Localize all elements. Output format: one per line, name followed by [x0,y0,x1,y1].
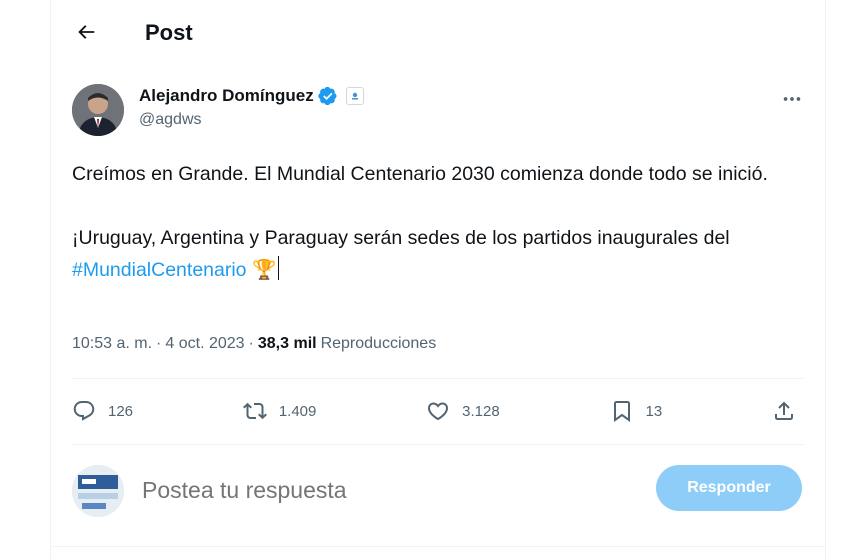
reply-input[interactable] [142,472,642,508]
author-display-name[interactable]: Alejandro Domínguez [139,86,314,106]
like-count: 3.128 [462,402,500,420]
more-options-button[interactable] [777,84,807,114]
author-handle[interactable]: @agdws [139,111,202,129]
hashtag-link[interactable]: #MundialCentenario [72,259,247,281]
back-button[interactable] [68,14,104,50]
repost-icon [242,402,267,420]
share-icon [775,401,793,420]
author-name-row: Alejandro Domínguez [139,86,364,106]
divider [51,546,825,547]
share-action[interactable] [772,399,796,423]
reply-count: 126 [108,402,134,420]
tweet-date[interactable]: 4 oct. 2023 [165,335,244,353]
like-action[interactable]: 3.128 [426,399,500,423]
top-bar: Post [51,0,825,68]
current-user-avatar[interactable] [72,465,124,517]
tweet-meta: 10:53 a. m. · 4 oct. 2023 · 38,3 mil Rep… [72,335,436,353]
author-avatar[interactable] [72,84,124,136]
divider [72,444,804,445]
affiliation-logo-icon [349,91,360,101]
meta-separator: · [248,335,254,352]
tweet-paragraph-2: ¡Uruguay, Argentina y Paraguay serán sed… [72,222,802,286]
reply-action[interactable]: 126 [72,399,133,423]
views-label: Reproducciones [320,335,437,352]
affiliation-badge[interactable] [345,87,364,105]
tweet-actions: 126 1.409 3.128 13 [72,388,804,434]
trophy-emoji-icon: 🏆 [251,259,277,281]
meta-separator: · [156,335,162,352]
reply-submit-button[interactable]: Responder [656,465,802,511]
text-cursor [278,256,280,280]
tweet-paragraph-2-text: ¡Uruguay, Argentina y Paraguay serán sed… [72,227,730,249]
post-column: Post Alejandro Domínguez @agdws Creímos … [50,0,826,560]
heart-icon [428,402,449,421]
repost-action[interactable]: 1.409 [242,399,317,423]
bookmark-icon [613,401,630,422]
tweet-text: Creímos en Grande. El Mundial Centenario… [72,158,802,286]
views-count: 38,3 mil [257,335,317,352]
tweet-paragraph-1: Creímos en Grande. El Mundial Centenario… [72,163,768,185]
arrow-left-icon [78,25,95,39]
more-dots-icon [783,97,801,101]
repost-count: 1.409 [278,402,317,420]
verified-badge-icon[interactable] [318,86,338,106]
divider [72,378,804,379]
reply-bubble-icon [73,401,95,421]
page-title: Post [145,20,193,45]
bookmark-count: 13 [645,402,663,420]
bookmark-action[interactable]: 13 [610,399,663,423]
tweet-time[interactable]: 10:53 a. m. [72,335,152,353]
